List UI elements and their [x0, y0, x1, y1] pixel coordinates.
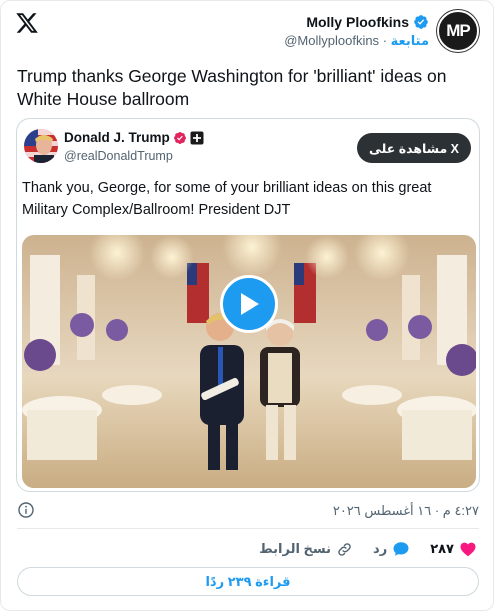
link-icon	[338, 542, 351, 556]
author-handle[interactable]: @Mollyploofkins	[284, 33, 379, 48]
author-name-row: Molly Ploofkins	[284, 14, 429, 30]
tweet-timestamp[interactable]: ٤:٢٧ م · ١٦ أغسطس ٢٠٢٦	[333, 503, 479, 519]
ballroom-scene-image	[22, 235, 476, 488]
reply-action[interactable]: رد	[373, 540, 410, 558]
reply-label: رد	[373, 541, 388, 556]
tweet-author[interactable]: Molly Ploofkins @Mollyploofkins · متابعة…	[284, 9, 479, 53]
speech-bubble-icon	[393, 542, 409, 556]
separator-dot: ·	[382, 32, 388, 48]
divider	[17, 528, 479, 529]
action-bar: ٢٨٧ رد نسخ الرابط	[259, 538, 477, 560]
info-icon[interactable]	[18, 502, 34, 518]
heart-icon	[460, 542, 476, 557]
quoted-author-name-row[interactable]: Donald J. Trump	[64, 130, 204, 145]
author-avatar[interactable]: MP	[437, 10, 479, 52]
copy-link-label: نسخ الرابط	[259, 541, 332, 556]
quoted-author-handle[interactable]: @realDonaldTrump	[64, 149, 173, 163]
play-button[interactable]	[220, 275, 278, 333]
read-replies-button[interactable]: قراءة ٢٣٩ ردًا	[17, 567, 479, 596]
copy-link-action[interactable]: نسخ الرابط	[259, 541, 353, 558]
author-text-block: Molly Ploofkins @Mollyploofkins · متابعة	[284, 14, 429, 49]
play-icon	[241, 293, 259, 315]
follow-button[interactable]: متابعة	[391, 33, 429, 48]
embedded-tweet-card: Molly Ploofkins @Mollyploofkins · متابعة…	[0, 0, 494, 611]
like-action[interactable]: ٢٨٧	[430, 540, 477, 558]
quoted-author-avatar[interactable]	[24, 129, 58, 163]
verified-badge-icon	[173, 131, 186, 144]
like-count: ٢٨٧	[430, 541, 454, 556]
government-badge-icon	[190, 131, 204, 144]
x-logo-icon[interactable]	[15, 11, 39, 35]
view-on-x-button[interactable]: مشاهدة على X	[357, 133, 471, 163]
author-name[interactable]: Molly Ploofkins	[306, 14, 409, 30]
author-sub: @Mollyploofkins · متابعة	[284, 33, 429, 49]
avatar-image	[24, 129, 58, 163]
verified-badge-icon	[414, 14, 428, 29]
tweet-text: Trump thanks George Washington for 'bril…	[17, 66, 447, 109]
quoted-author-name[interactable]: Donald J. Trump	[64, 130, 170, 145]
quoted-tweet-text: Thank you, George, for some of your bril…	[22, 180, 432, 218]
video-thumbnail[interactable]	[22, 235, 476, 488]
quoted-tweet[interactable]: Donald J. Trump @realDonaldTrump مشاهدة …	[16, 118, 480, 492]
